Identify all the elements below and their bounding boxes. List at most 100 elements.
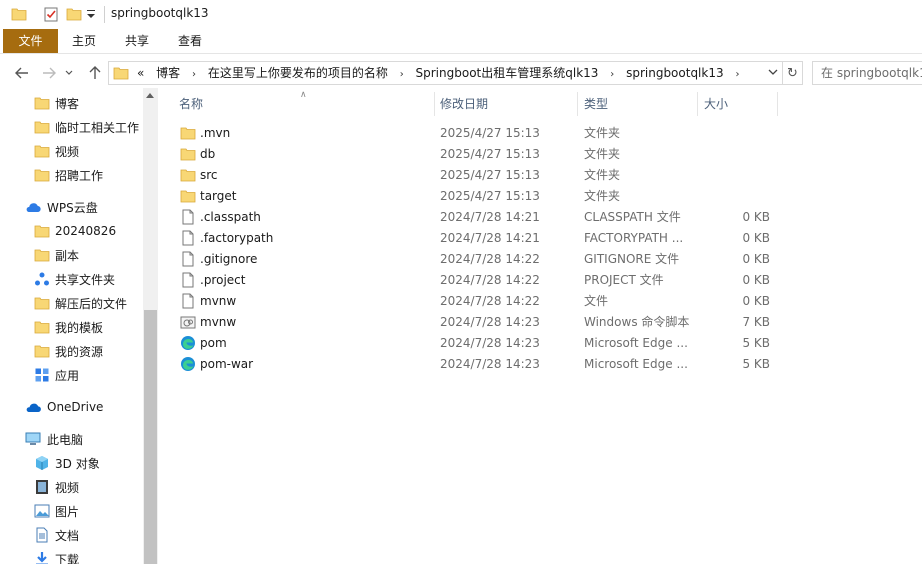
breadcrumb-item[interactable]: springbootqlk13 [622, 62, 728, 84]
sidebar-item[interactable]: 20240826 [0, 219, 143, 243]
file-row[interactable]: .mvn 2025/4/27 15:13 文件夹 [158, 123, 922, 144]
file-icon [182, 230, 194, 246]
navigation-scrollbar[interactable] [143, 88, 158, 564]
file-type: 文件夹 [584, 147, 621, 161]
customize-toolbar-icon[interactable] [87, 10, 95, 20]
sidebar-item[interactable]: 图片 [0, 499, 143, 523]
sidebar-item[interactable]: 应用 [0, 363, 143, 387]
sidebar-item[interactable]: 我的模板 [0, 315, 143, 339]
column-divider[interactable] [434, 92, 435, 116]
file-name: src [200, 168, 218, 182]
column-divider[interactable] [777, 92, 778, 116]
sidebar-item[interactable]: 共享文件夹 [0, 267, 143, 291]
computer-icon [25, 432, 41, 445]
file-row[interactable]: .project 2024/7/28 14:22 PROJECT 文件 0 KB [158, 270, 922, 291]
sidebar-item[interactable]: OneDrive [0, 395, 143, 419]
file-name: mvnw [200, 315, 237, 329]
file-type: 文件夹 [584, 126, 621, 140]
scroll-thumb[interactable] [144, 310, 157, 564]
column-header-type[interactable]: 类型 [584, 88, 608, 120]
file-row[interactable]: src 2025/4/27 15:13 文件夹 [158, 165, 922, 186]
file-row[interactable]: mvnw 2024/7/28 14:22 文件 0 KB [158, 291, 922, 312]
tab-home[interactable]: 主页 [62, 29, 106, 53]
ribbon: 文件 主页 共享 查看 [0, 29, 922, 54]
sidebar-item[interactable]: 下载 [0, 547, 143, 564]
folder-icon[interactable] [11, 6, 27, 22]
sidebar-item-label: 临时工相关工作 [55, 120, 140, 135]
column-header-name[interactable]: 名称 [179, 88, 203, 120]
column-header-date[interactable]: 修改日期 [440, 88, 488, 120]
file-type: FACTORYPATH ... [584, 231, 684, 245]
sidebar-item[interactable]: 临时工相关工作 [0, 115, 143, 139]
file-icon [182, 272, 194, 288]
sidebar-item[interactable]: 3D 对象 [0, 451, 143, 475]
address-bar[interactable]: « 博客 › 在这里写上你要发布的项目的名称 › Springboot出租车管理… [108, 61, 783, 85]
chevron-right-icon[interactable]: › [606, 64, 618, 86]
file-row[interactable]: mvnw 2024/7/28 14:23 Windows 命令脚本 7 KB [158, 312, 922, 333]
chevron-right-icon[interactable]: › [396, 64, 408, 86]
tab-share[interactable]: 共享 [115, 29, 159, 53]
chevron-right-icon[interactable]: › [188, 64, 200, 86]
file-date: 2025/4/27 15:13 [440, 168, 540, 182]
folder-icon [34, 345, 50, 358]
file-row[interactable]: .gitignore 2024/7/28 14:22 GITIGNORE 文件 0 K… [158, 249, 922, 270]
sidebar-item[interactable]: WPS云盘 [0, 195, 143, 219]
tab-file[interactable]: 文件 [3, 29, 58, 53]
sidebar-item[interactable]: 我的资源 [0, 339, 143, 363]
breadcrumb: « 博客 › 在这里写上你要发布的项目的名称 › Springboot出租车管理… [133, 62, 743, 84]
breadcrumb-item[interactable]: 博客 [152, 62, 184, 84]
properties-icon[interactable] [44, 6, 58, 22]
folder-icon [34, 321, 50, 334]
forward-button[interactable] [38, 62, 60, 84]
file-size: 5 KB [742, 357, 770, 371]
file-size: 7 KB [742, 315, 770, 329]
file-row[interactable]: db 2025/4/27 15:13 文件夹 [158, 144, 922, 165]
sidebar-item[interactable]: 解压后的文件 [0, 291, 143, 315]
file-row[interactable]: pom 2024/7/28 14:23 Microsoft Edge ... 5 KB [158, 333, 922, 354]
new-folder-icon[interactable] [66, 6, 82, 22]
sidebar-item[interactable]: 文档 [0, 523, 143, 547]
file-icon [182, 251, 194, 267]
sidebar-item-label: 此电脑 [47, 432, 84, 447]
refresh-button[interactable]: ↻ [783, 61, 803, 85]
breadcrumb-item[interactable]: 在这里写上你要发布的项目的名称 [204, 62, 392, 84]
chevron-right-icon[interactable]: › [731, 64, 743, 86]
edge-icon [181, 357, 195, 371]
file-row[interactable]: .factorypath 2024/7/28 14:21 FACTORYPATH .… [158, 228, 922, 249]
sidebar-item[interactable]: 博客 [0, 91, 143, 115]
sidebar-item[interactable]: 此电脑 [0, 427, 143, 451]
file-name: mvnw [200, 294, 237, 308]
file-type: GITIGNORE 文件 [584, 252, 680, 266]
file-row[interactable]: target 2025/4/27 15:13 文件夹 [158, 186, 922, 207]
file-size: 5 KB [742, 336, 770, 350]
file-type: 文件夹 [584, 189, 621, 203]
folder-icon [34, 249, 50, 262]
sidebar-item[interactable]: 招聘工作 [0, 163, 143, 187]
search-input[interactable]: 在 springbootqlk13 [812, 61, 922, 85]
column-header-size[interactable]: 大小 [704, 88, 728, 120]
scroll-up-icon[interactable] [146, 93, 154, 98]
folder-icon [34, 145, 50, 158]
breadcrumb-overflow[interactable]: « [133, 62, 148, 84]
recent-locations-button[interactable] [62, 62, 76, 84]
up-button[interactable] [84, 62, 106, 84]
back-button[interactable] [11, 62, 33, 84]
file-type: PROJECT 文件 [584, 273, 664, 287]
file-row[interactable]: .classpath 2024/7/28 14:21 CLASSPATH 文件 0 K… [158, 207, 922, 228]
address-history-dropdown-icon[interactable] [768, 67, 778, 77]
file-size: 0 KB [742, 294, 770, 308]
file-name: .mvn [200, 126, 231, 140]
title-bar: springbootqlk13 [0, 0, 922, 29]
column-divider[interactable] [577, 92, 578, 116]
sidebar-item[interactable]: 视频 [0, 139, 143, 163]
sidebar-item[interactable]: 副本 [0, 243, 143, 267]
sidebar-item-label: 应用 [55, 368, 80, 383]
file-row[interactable]: pom-war 2024/7/28 14:23 Microsoft Edge ...… [158, 354, 922, 375]
column-divider[interactable] [697, 92, 698, 116]
sidebar-item-label: WPS云盘 [47, 200, 98, 215]
tab-view[interactable]: 查看 [168, 29, 212, 53]
file-type: 文件夹 [584, 168, 621, 182]
script-icon [180, 316, 196, 329]
sidebar-item[interactable]: 视频 [0, 475, 143, 499]
breadcrumb-item[interactable]: Springboot出租车管理系统qlk13 [412, 62, 603, 84]
